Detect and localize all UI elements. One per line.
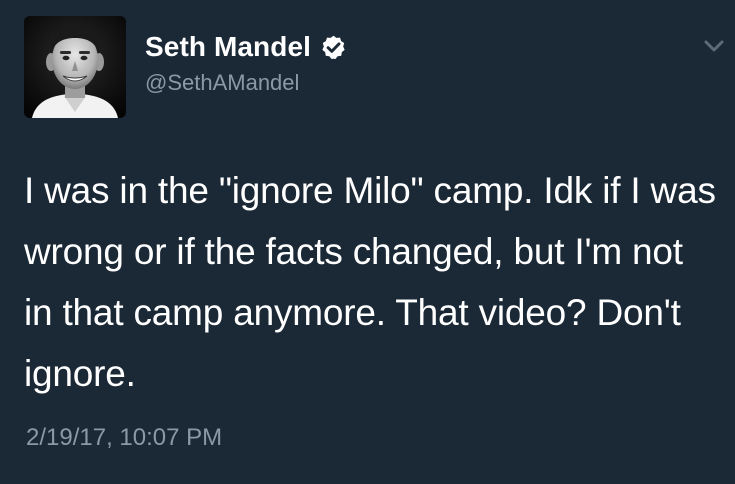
tweet-text: I was in the "ignore Milo" camp. Idk if … <box>24 170 716 394</box>
author-avatar[interactable] <box>24 16 126 118</box>
verified-badge-icon <box>320 34 347 61</box>
tweet-card: Seth Mandel @SethAMandel I was in the "i… <box>0 0 735 484</box>
author-handle[interactable]: @SethAMandel <box>145 70 299 96</box>
tweet-timestamp[interactable]: 2/19/17, 10:07 PM <box>26 424 222 452</box>
author-display-name[interactable]: Seth Mandel <box>145 31 311 63</box>
chevron-down-icon[interactable] <box>700 36 728 58</box>
author-name-row[interactable]: Seth Mandel <box>145 30 347 64</box>
profile-photo-icon <box>24 16 126 118</box>
